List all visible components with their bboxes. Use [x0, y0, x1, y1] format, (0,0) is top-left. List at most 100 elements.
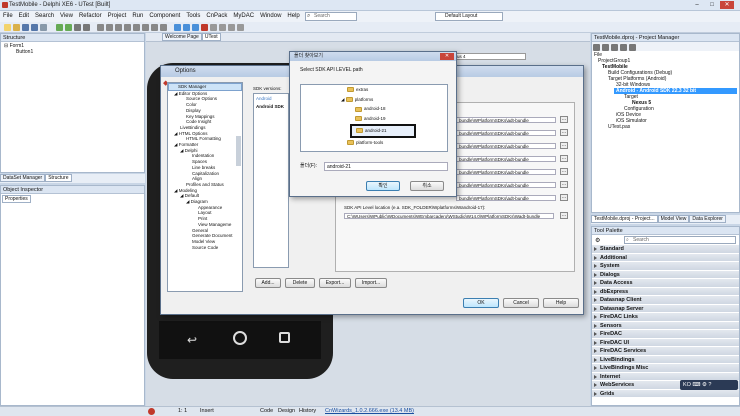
align-icon[interactable]: [97, 24, 104, 31]
folder-input[interactable]: android-21: [324, 162, 448, 171]
api-browse-button[interactable]: ...: [560, 212, 568, 219]
pm-view-icon[interactable]: [620, 44, 627, 51]
browse-button-3[interactable]: ...: [560, 142, 568, 149]
folder-android-19[interactable]: android-19: [301, 114, 447, 124]
folder-close-button[interactable]: ✕: [440, 53, 454, 60]
help-button[interactable]: Help: [543, 298, 579, 308]
tab-design[interactable]: Design: [278, 407, 295, 416]
misc4-icon[interactable]: [237, 24, 244, 31]
pause-icon[interactable]: [74, 24, 81, 31]
tab-welcome-page[interactable]: Welcome Page: [162, 33, 202, 41]
path-field-7[interactable]: bundle\WPlatformSDKs\adt-bundle: [456, 195, 556, 201]
menu-edit[interactable]: Edit: [16, 11, 32, 21]
palette-datasnap-client[interactable]: Datasnap Client: [592, 296, 739, 305]
folder-platforms[interactable]: ◢ platforms: [301, 95, 447, 105]
folder-android-18[interactable]: android-18: [301, 104, 447, 114]
tab-project-manager[interactable]: TestMobile.dproj - Project...: [591, 215, 658, 223]
align2-icon[interactable]: [106, 24, 113, 31]
folder-cancel-button[interactable]: 취소: [410, 181, 444, 191]
ime-toolbar[interactable]: KO ⌨ ⚙ ?: [680, 380, 738, 390]
menu-cnpack[interactable]: CnPack: [203, 11, 230, 21]
path-field-2[interactable]: bundle\WPlatformSDKs\adt-bundle: [456, 130, 556, 136]
opt-sdk-manager[interactable]: SDK Manager: [168, 83, 242, 91]
open-icon[interactable]: [13, 24, 20, 31]
palette-firedac[interactable]: FireDAC: [592, 330, 739, 339]
minimize-button[interactable]: –: [690, 1, 704, 9]
palette-standard[interactable]: Standard: [592, 245, 739, 254]
menu-project[interactable]: Project: [105, 11, 130, 21]
folder-ok-button[interactable]: 확인: [366, 181, 400, 191]
tab-model-view[interactable]: Model View: [657, 215, 690, 223]
menu-component[interactable]: Component: [146, 11, 183, 21]
menu-window[interactable]: Window: [257, 11, 284, 21]
open-project-icon[interactable]: [40, 24, 47, 31]
run-no-debug-icon[interactable]: [65, 24, 72, 31]
align8-icon[interactable]: [160, 24, 167, 31]
palette-dbexpress[interactable]: dbExpress: [592, 287, 739, 296]
palette-datasnap-server[interactable]: Datasnap Server: [592, 304, 739, 313]
sdk-item-android-sdk[interactable]: Android SDK: [254, 104, 288, 110]
format-icon[interactable]: [174, 24, 181, 31]
cnpack-icon[interactable]: [201, 24, 208, 31]
maximize-button[interactable]: □: [705, 1, 719, 9]
path-field-1[interactable]: bundle\WPlatformSDKs\adt-bundle: [456, 117, 556, 123]
path-field-4[interactable]: bundle\WPlatformSDKs\adt-bundle: [456, 156, 556, 162]
pm-activate-icon[interactable]: [593, 44, 600, 51]
api-level-field[interactable]: C:\WUsers\WPublic\WDocuments\WEmbarcader…: [344, 213, 554, 219]
tab-properties[interactable]: Properties: [2, 195, 31, 203]
menu-search[interactable]: Search: [32, 11, 57, 21]
add-button[interactable]: Add...: [255, 278, 281, 288]
palette-search-input[interactable]: ⌕ Search: [624, 236, 736, 244]
tab-data-explorer[interactable]: Data Explorer: [689, 215, 726, 223]
pm-utest[interactable]: UTest.pas: [594, 124, 737, 130]
align3-icon[interactable]: [115, 24, 122, 31]
misc3-icon[interactable]: [228, 24, 235, 31]
cancel-button[interactable]: Cancel: [503, 298, 539, 308]
palette-settings-icon[interactable]: ⚙: [595, 237, 600, 244]
ok-button[interactable]: OK: [463, 298, 499, 308]
path-field-5[interactable]: bundle\WPlatformSDKs\adt-bundle: [456, 169, 556, 175]
browse-button-5[interactable]: ...: [560, 168, 568, 175]
pm-new-icon[interactable]: [602, 44, 609, 51]
delete-button[interactable]: Delete: [285, 278, 315, 288]
palette-grids[interactable]: Grids: [592, 389, 739, 398]
folder-android-21[interactable]: android-21: [350, 123, 416, 138]
tree-scrollbar[interactable]: [236, 136, 241, 166]
format2-icon[interactable]: [183, 24, 190, 31]
path-field-6[interactable]: bundle\WPlatformSDKs\adt-bundle: [456, 182, 556, 188]
folder-tree[interactable]: extras ◢ platforms android-18 android-19…: [300, 84, 448, 152]
palette-system[interactable]: System: [592, 262, 739, 271]
menu-file[interactable]: File: [0, 11, 16, 21]
menu-run[interactable]: Run: [129, 11, 146, 21]
align4-icon[interactable]: [124, 24, 131, 31]
pm-sync-icon[interactable]: [629, 44, 636, 51]
palette-additional[interactable]: Additional: [592, 253, 739, 262]
browse-button-4[interactable]: ...: [560, 155, 568, 162]
browse-button-2[interactable]: ...: [560, 129, 568, 136]
tab-dataset-manager[interactable]: DataSet Manager: [0, 174, 46, 182]
palette-dialogs[interactable]: Dialogs: [592, 270, 739, 279]
step-icon[interactable]: [83, 24, 90, 31]
browse-button-7[interactable]: ...: [560, 194, 568, 201]
download-link[interactable]: CnWizards_1.0.2.666.exe (13.4 MB): [325, 407, 414, 416]
menu-tools[interactable]: Tools: [183, 11, 203, 21]
device-select[interactable]: Nexus 4: [446, 53, 526, 60]
menu-help[interactable]: Help: [284, 11, 302, 21]
tab-structure[interactable]: Structure: [45, 174, 72, 182]
import-button[interactable]: Import...: [355, 278, 387, 288]
layout-select[interactable]: Default Layout: [435, 12, 503, 21]
save-icon[interactable]: [22, 24, 29, 31]
palette-livebindings[interactable]: LiveBindings: [592, 355, 739, 364]
palette-sensors[interactable]: Sensors: [592, 321, 739, 330]
path-field-3[interactable]: bundle\WPlatformSDKs\adt-bundle: [456, 143, 556, 149]
browse-button-6[interactable]: ...: [560, 181, 568, 188]
export-button[interactable]: Export...: [319, 278, 351, 288]
palette-firedac-services[interactable]: FireDAC Services: [592, 347, 739, 356]
tab-code[interactable]: Code: [260, 407, 273, 416]
align7-icon[interactable]: [151, 24, 158, 31]
browse-button-1[interactable]: ...: [560, 116, 568, 123]
palette-firedac-ui[interactable]: FireDAC UI: [592, 338, 739, 347]
align6-icon[interactable]: [142, 24, 149, 31]
folder-extras[interactable]: extras: [301, 85, 447, 95]
folder-platform-tools[interactable]: platform-tools: [301, 138, 447, 148]
